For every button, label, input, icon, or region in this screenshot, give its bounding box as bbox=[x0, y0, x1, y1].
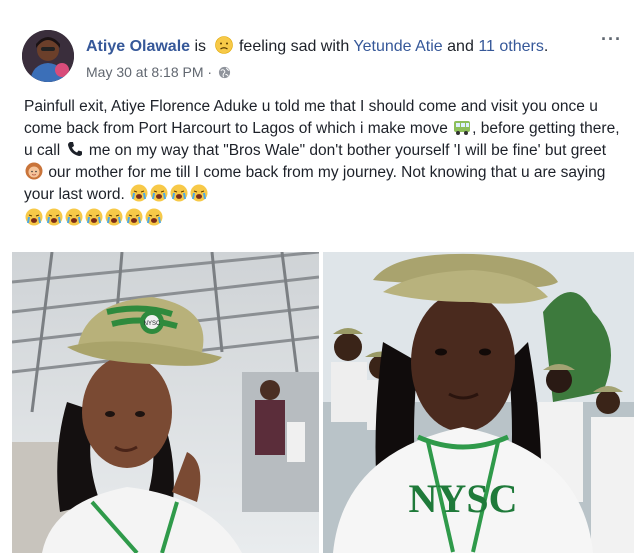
post-header: Atiye Olawale is feeling sad with Yetund… bbox=[22, 30, 622, 86]
shirt-text: NYSC bbox=[409, 476, 518, 521]
and-text: and bbox=[447, 38, 474, 55]
crying-emoji-row-1 bbox=[129, 184, 209, 203]
bus-icon bbox=[454, 121, 471, 135]
crying-face-icon bbox=[85, 208, 103, 226]
crying-face-icon bbox=[45, 208, 63, 226]
tagged-others-link[interactable]: 11 others bbox=[478, 38, 544, 55]
title-period: . bbox=[543, 38, 549, 55]
post-timestamp-link[interactable]: May 30 at 8:18 PM bbox=[86, 64, 204, 80]
photo-left[interactable]: NYSC bbox=[12, 252, 319, 553]
left-photo-image: NYSC bbox=[12, 252, 319, 553]
cap-badge-text: NYSC bbox=[144, 321, 161, 327]
crying-face-icon bbox=[105, 208, 123, 226]
crying-face-icon bbox=[150, 184, 168, 202]
phone-icon bbox=[67, 142, 82, 156]
feed-post: Atiye Olawale is feeling sad with Yetund… bbox=[0, 0, 644, 553]
crying-face-icon bbox=[125, 208, 143, 226]
post-meta: Atiye Olawale is feeling sad with Yetund… bbox=[86, 36, 606, 81]
author-avatar[interactable] bbox=[22, 30, 74, 82]
crying-emoji-row-2 bbox=[24, 208, 624, 230]
more-options-button[interactable]: ··· bbox=[601, 30, 622, 48]
crying-face-icon bbox=[130, 184, 148, 202]
sad-face-icon bbox=[214, 36, 233, 54]
is-text: is bbox=[194, 38, 207, 55]
woman-icon bbox=[25, 162, 43, 180]
tagged-friend-link[interactable]: Yetunde Atie bbox=[353, 38, 442, 55]
subline-separator: · bbox=[207, 64, 213, 80]
crying-face-icon bbox=[170, 184, 188, 202]
message-part-4: our mother for me till I come back from … bbox=[24, 164, 606, 203]
photo-right[interactable]: NYSC bbox=[323, 252, 634, 553]
message-part-3: me on my way that "Bros Wale" don't both… bbox=[88, 142, 607, 159]
right-photo-image: NYSC bbox=[323, 252, 634, 553]
feeling-text: feeling sad with bbox=[238, 38, 350, 55]
avatar-image bbox=[22, 30, 74, 82]
crying-face-icon bbox=[65, 208, 83, 226]
crying-face-icon bbox=[190, 184, 208, 202]
post-body: Painfull exit, Atiye Florence Aduke u to… bbox=[24, 96, 624, 230]
post-title-line: Atiye Olawale is feeling sad with Yetund… bbox=[86, 36, 606, 57]
post-subline: May 30 at 8:18 PM · bbox=[86, 63, 606, 81]
post-message: Painfull exit, Atiye Florence Aduke u to… bbox=[24, 96, 624, 206]
crying-face-icon bbox=[145, 208, 163, 226]
post-photos: NYSC NYSC bbox=[12, 252, 634, 553]
globe-icon[interactable] bbox=[218, 66, 231, 79]
crying-face-icon bbox=[25, 208, 43, 226]
author-name-link[interactable]: Atiye Olawale bbox=[86, 38, 190, 55]
